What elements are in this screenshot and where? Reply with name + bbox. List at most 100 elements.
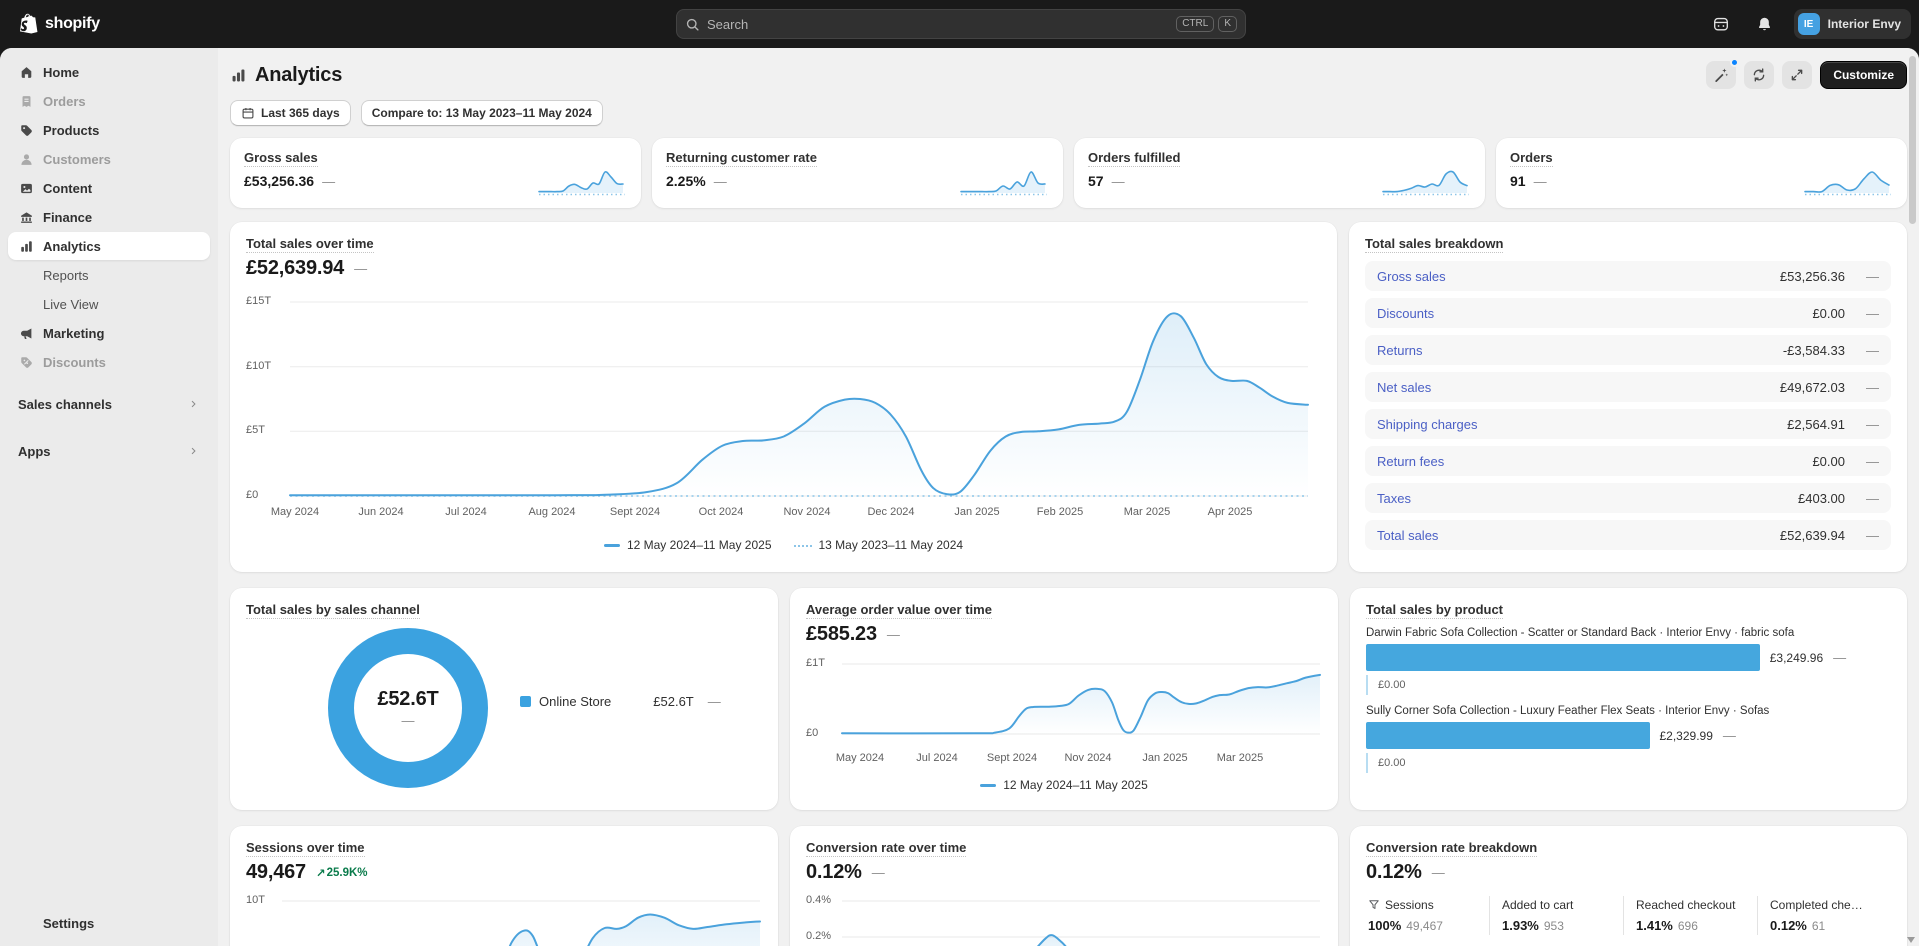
channel-legend-label: Online Store bbox=[539, 694, 612, 709]
breakdown-link[interactable]: Shipping charges bbox=[1377, 417, 1477, 432]
legend-current: 12 May 2024–11 May 2025 bbox=[980, 778, 1148, 792]
conversion-breakdown-title[interactable]: Conversion rate breakdown bbox=[1366, 840, 1538, 857]
page-title: Analytics bbox=[230, 64, 342, 87]
sidebar-item-home[interactable]: Home bbox=[8, 58, 210, 86]
sidebar-item-orders[interactable]: Orders bbox=[8, 87, 210, 115]
store-menu[interactable]: IE Interior Envy bbox=[1793, 9, 1911, 39]
notification-dot bbox=[1730, 58, 1740, 67]
scrollbar-thumb[interactable] bbox=[1909, 56, 1916, 224]
chevron-right-icon bbox=[188, 398, 200, 410]
no-comparison-dash: — bbox=[1431, 865, 1445, 880]
sidebar-item-customers[interactable]: Customers bbox=[8, 145, 210, 173]
product-sales-bar[interactable] bbox=[1366, 644, 1760, 671]
search-input[interactable]: Search CTRL K bbox=[676, 9, 1246, 39]
no-comparison-dash: — bbox=[1866, 527, 1879, 543]
total-sales-over-time-card: Total sales over time £52,639.94 — £15T £… bbox=[230, 222, 1337, 572]
kpi-card-orders: Orders 91 — bbox=[1496, 138, 1907, 208]
no-comparison-dash: — bbox=[1866, 379, 1879, 395]
content-icon bbox=[18, 180, 34, 196]
topbar: shopify Search CTRL K IE Interior Envy bbox=[0, 0, 1919, 48]
sessions-over-time-card: Sessions over time 49,467 ↗ 25.9K% 10T bbox=[230, 826, 778, 946]
no-comparison-dash: — bbox=[322, 173, 336, 189]
x-axis-tick: Mar 2025 bbox=[1216, 752, 1264, 764]
breakdown-title[interactable]: Total sales breakdown bbox=[1365, 236, 1504, 253]
conversion-line-chart[interactable]: 0.4% 0.2% bbox=[806, 894, 1322, 946]
notifications-bell-icon[interactable] bbox=[1750, 9, 1780, 39]
conversion-value: 0.12% bbox=[806, 861, 862, 883]
x-axis-tick: Oct 2024 bbox=[698, 506, 744, 518]
funnel-step-completed-che: Completed che… 0.12% 61 bbox=[1757, 896, 1891, 935]
magic-insights-button[interactable] bbox=[1706, 58, 1740, 89]
no-comparison-dash: — bbox=[1866, 342, 1879, 358]
sidebar-item-discounts[interactable]: Discounts bbox=[8, 348, 210, 376]
sidebar-item-analytics[interactable]: Analytics bbox=[8, 232, 210, 260]
date-range-button[interactable]: Last 365 days bbox=[230, 100, 351, 126]
y-axis-tick: 0.2% bbox=[806, 930, 832, 942]
expand-fullscreen-button[interactable] bbox=[1782, 61, 1813, 89]
sidebar-item-marketing[interactable]: Marketing bbox=[8, 319, 210, 347]
sessions-line-chart[interactable]: 10T bbox=[246, 894, 762, 946]
sidebar-item-products[interactable]: Products bbox=[8, 116, 210, 144]
breakdown-link[interactable]: Return fees bbox=[1377, 454, 1444, 469]
sidebar-section-sales-channels[interactable]: Sales channels bbox=[8, 390, 210, 418]
refresh-button[interactable] bbox=[1744, 61, 1775, 89]
kpi-label[interactable]: Gross sales bbox=[244, 150, 318, 167]
customize-button[interactable]: Customize bbox=[1820, 61, 1907, 89]
section-label: Sales channels bbox=[18, 396, 112, 412]
breakdown-value: £0.00 bbox=[1812, 305, 1845, 321]
sidebar-item-finance[interactable]: Finance bbox=[8, 203, 210, 231]
product-sales-bar[interactable] bbox=[1366, 722, 1650, 749]
kpi-sparkline bbox=[959, 166, 1049, 200]
breakdown-link[interactable]: Discounts bbox=[1377, 306, 1434, 321]
sidebar-item-settings[interactable]: Settings bbox=[8, 909, 210, 937]
breakdown-value: -£3,584.33 bbox=[1782, 342, 1845, 358]
sidebar-item-live-view[interactable]: Live View bbox=[8, 290, 210, 318]
no-comparison-dash: — bbox=[707, 694, 721, 709]
total-sales-value: £52,639.94 bbox=[246, 257, 345, 279]
no-comparison-dash: — bbox=[1533, 173, 1547, 189]
conversion-breakdown-value: 0.12% bbox=[1366, 861, 1422, 883]
compare-range-button[interactable]: Compare to: 13 May 2023–11 May 2024 bbox=[360, 100, 603, 126]
solid-line-marker bbox=[980, 784, 997, 788]
breakdown-link[interactable]: Total sales bbox=[1377, 528, 1438, 543]
channel-legend-value: £52.6T bbox=[653, 694, 694, 709]
kpi-label[interactable]: Orders bbox=[1510, 150, 1553, 167]
breakdown-link[interactable]: Gross sales bbox=[1377, 269, 1446, 284]
sidebar-section-apps[interactable]: Apps bbox=[8, 437, 210, 465]
conversion-title[interactable]: Conversion rate over time bbox=[806, 840, 967, 857]
kpi-value: £53,256.36 bbox=[244, 173, 315, 189]
aov-title[interactable]: Average order value over time bbox=[806, 602, 992, 619]
funnel-icon bbox=[1368, 899, 1380, 911]
total-sales-chart-title[interactable]: Total sales over time bbox=[246, 236, 374, 253]
breakdown-link[interactable]: Taxes bbox=[1377, 491, 1411, 506]
kpi-label[interactable]: Returning customer rate bbox=[666, 150, 817, 167]
aov-line-chart[interactable]: £1T £0 May 2024 Jul 2024 Sept 2024 Nov 2024 J… bbox=[806, 656, 1322, 806]
funnel-step-count: 953 bbox=[1543, 919, 1564, 933]
sales-by-product-title[interactable]: Total sales by product bbox=[1366, 602, 1504, 619]
x-axis-tick: Mar 2025 bbox=[1123, 506, 1171, 518]
breakdown-value: £403.00 bbox=[1798, 490, 1845, 506]
home-icon bbox=[18, 64, 34, 80]
funnel-step-pct: 0.12% bbox=[1770, 918, 1807, 933]
shopify-logo[interactable]: shopify bbox=[18, 13, 100, 36]
breakdown-link[interactable]: Returns bbox=[1377, 343, 1423, 358]
sidebar-item-reports[interactable]: Reports bbox=[8, 261, 210, 289]
no-comparison-dash: — bbox=[1833, 650, 1847, 665]
kpi-label[interactable]: Orders fulfilled bbox=[1088, 150, 1181, 167]
total-sales-line-chart[interactable]: £15T £10T £5T £0 May 2024 Jun 2024 Jul 2024 Au… bbox=[246, 290, 1321, 562]
gear-icon bbox=[18, 915, 34, 931]
sales-by-channel-title[interactable]: Total sales by sales channel bbox=[246, 602, 420, 619]
sessions-title[interactable]: Sessions over time bbox=[246, 840, 365, 857]
scrollbar-down-arrow[interactable] bbox=[1907, 937, 1915, 943]
customers-icon bbox=[18, 151, 34, 167]
breakdown-link[interactable]: Net sales bbox=[1377, 380, 1431, 395]
funnel-step-pct: 100% bbox=[1368, 918, 1402, 933]
kpi-value: 91 bbox=[1510, 173, 1526, 189]
channel-donut-chart[interactable]: £52.6T — bbox=[323, 623, 493, 793]
kpi-card-returning-customer-rate: Returning customer rate 2.25% — bbox=[652, 138, 1063, 208]
kpi-sparkline bbox=[537, 166, 627, 200]
no-comparison-dash: — bbox=[1866, 268, 1879, 284]
no-comparison-dash: — bbox=[1111, 173, 1125, 189]
sidekick-assistant-icon[interactable] bbox=[1706, 9, 1736, 39]
sidebar-item-content[interactable]: Content bbox=[8, 174, 210, 202]
